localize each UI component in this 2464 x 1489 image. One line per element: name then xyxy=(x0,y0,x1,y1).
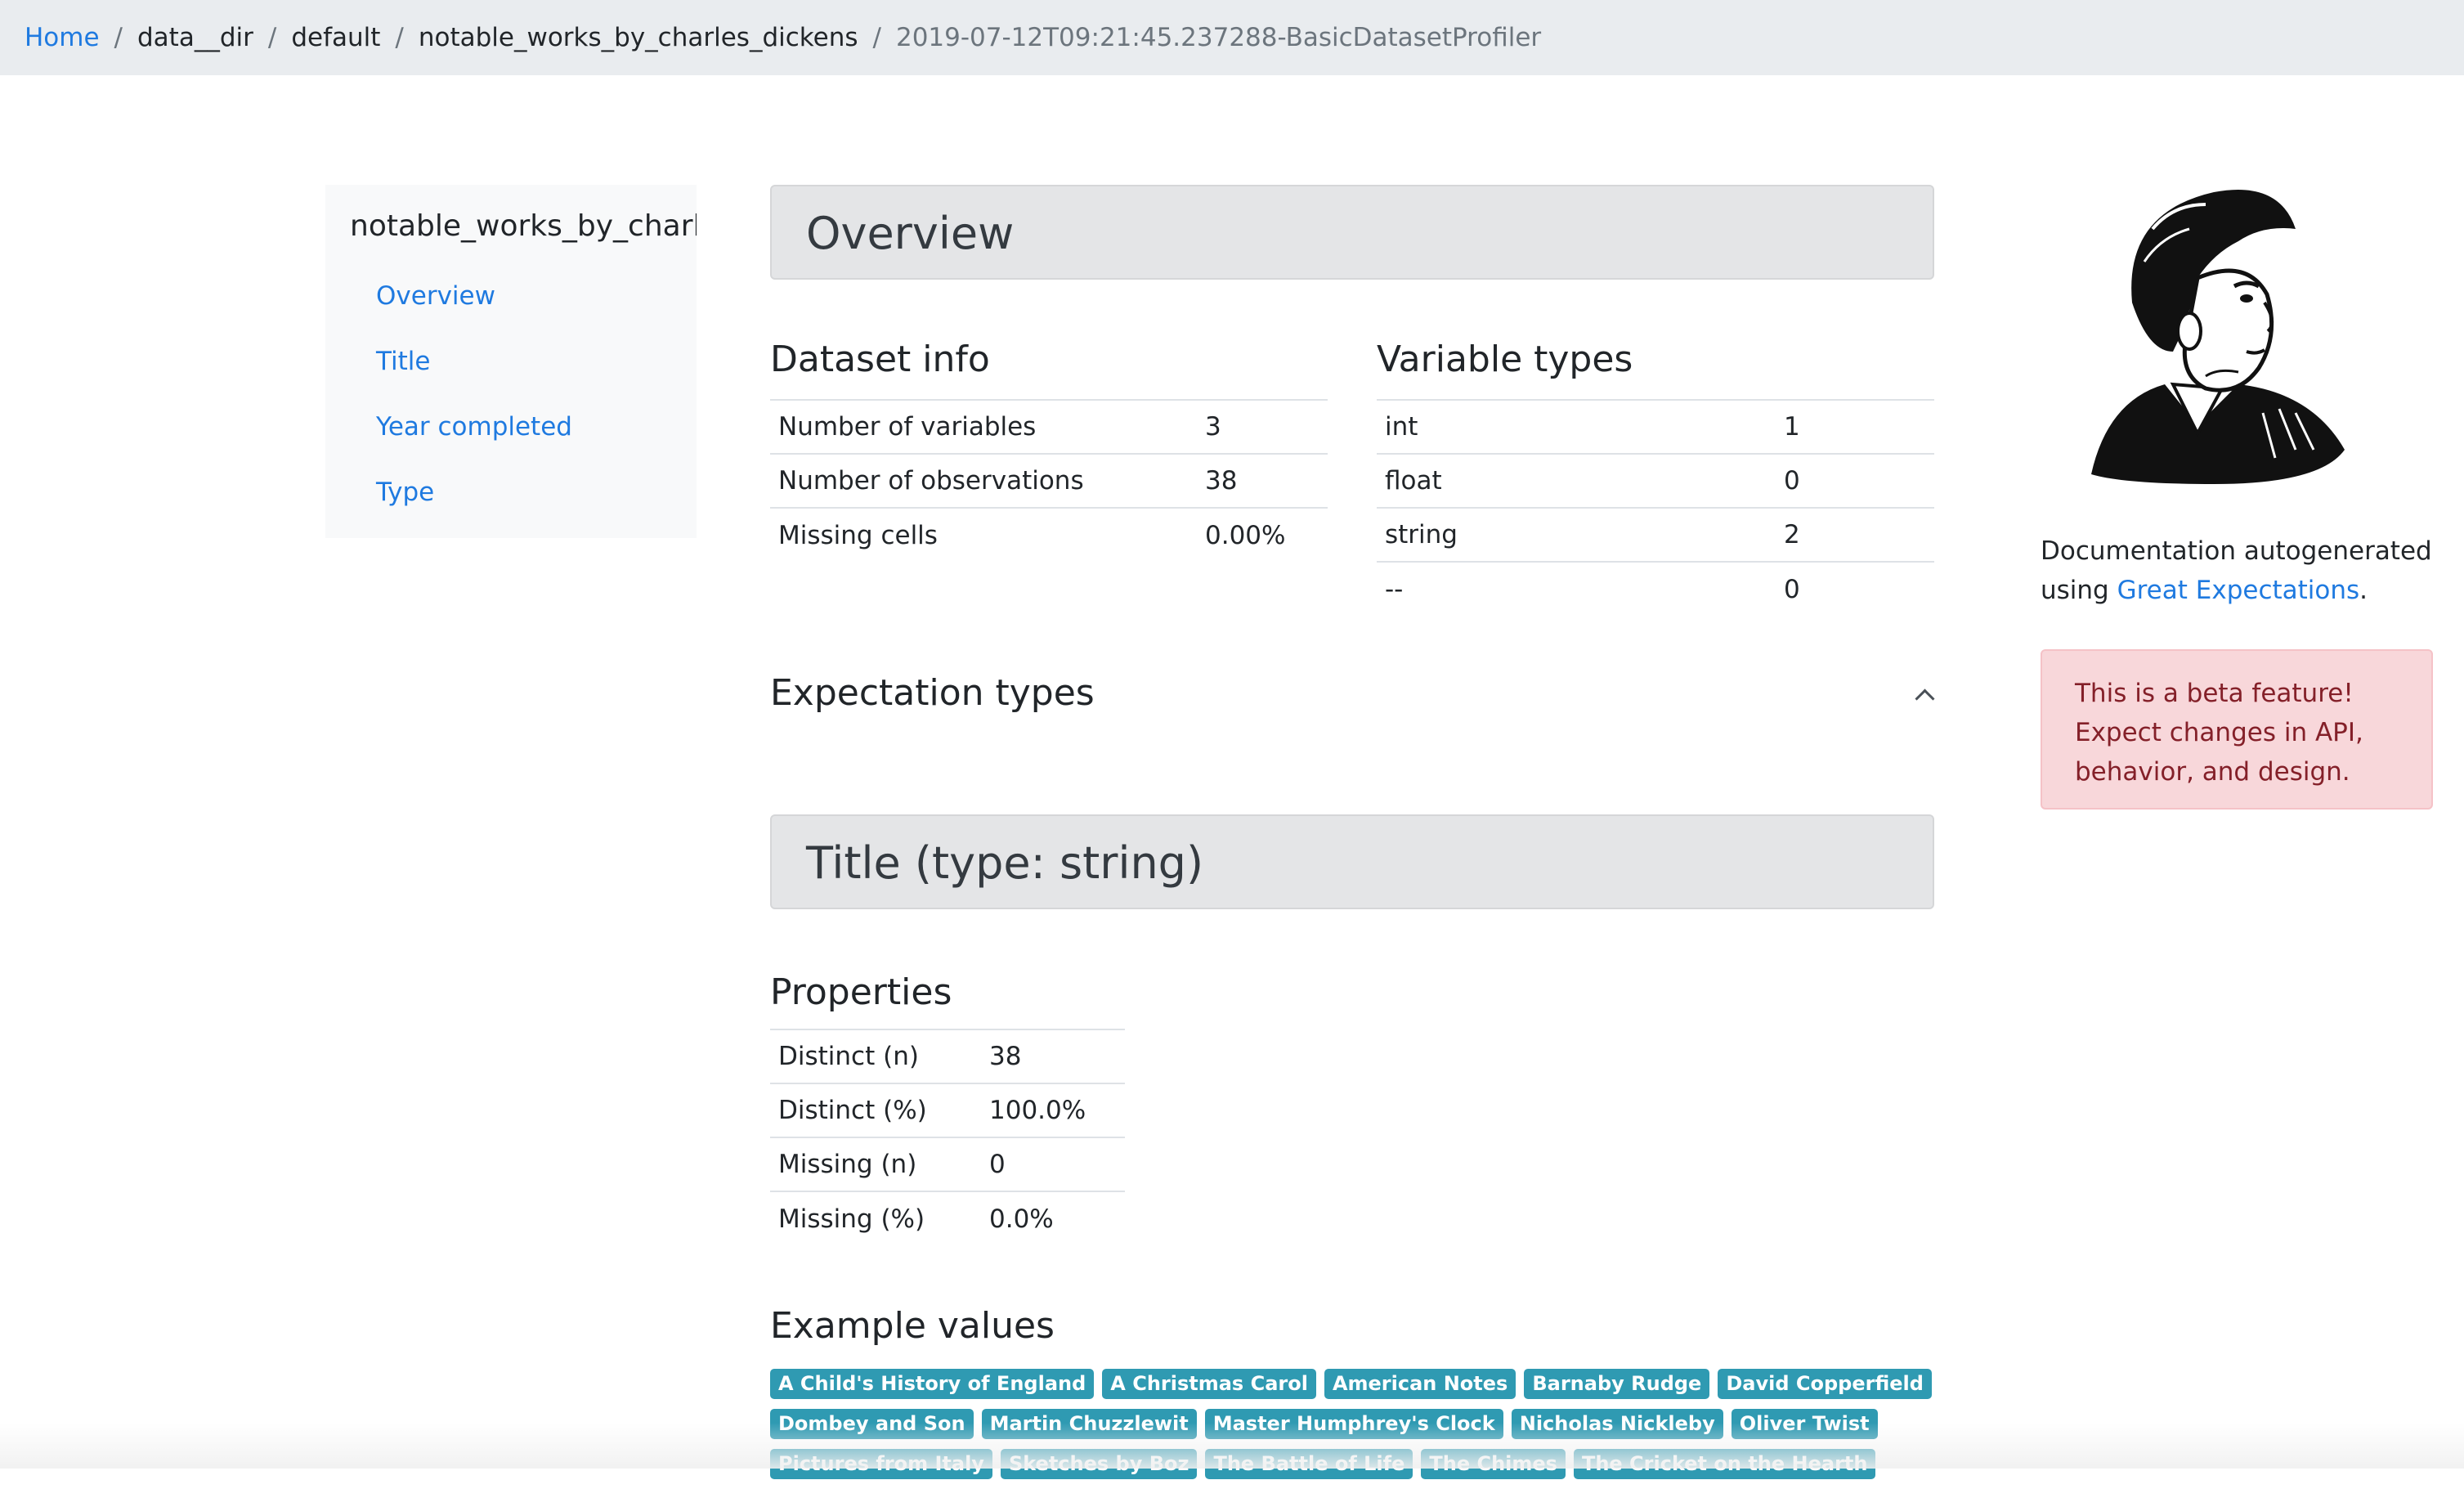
table-cell-value: 1 xyxy=(1776,399,1934,454)
properties-table: Distinct (n) 38 Distinct (%) 100.0% Miss… xyxy=(770,1029,1125,1245)
table-cell-value: 0.0% xyxy=(981,1191,1125,1245)
table-row: Distinct (n) 38 xyxy=(770,1029,1125,1083)
table-cell-value: 38 xyxy=(981,1029,1125,1083)
sidebar-item-overview[interactable]: Overview xyxy=(376,281,495,311)
table-cell-value: 0 xyxy=(1776,453,1934,508)
table-cell-label: float xyxy=(1377,453,1776,508)
breadcrumb-item-data-dir[interactable]: data__dir xyxy=(137,23,253,52)
table-cell-value: 0.00% xyxy=(1197,507,1328,562)
great-expectations-link[interactable]: Great Expectations xyxy=(2117,576,2360,605)
breadcrumb-item-default[interactable]: default xyxy=(291,23,380,52)
table-cell-label: Distinct (n) xyxy=(770,1029,981,1083)
breadcrumb-separator: / xyxy=(267,23,277,52)
table-row: Missing (%) 0.0% xyxy=(770,1191,1125,1245)
table-cell-label: int xyxy=(1377,399,1776,454)
beta-feature-alert: This is a beta feature! Expect changes i… xyxy=(2041,649,2433,810)
table-cell-label: Number of observations xyxy=(770,453,1197,508)
badge-row: Pictures from Italy Sketches by Boz The … xyxy=(770,1449,1934,1479)
example-value-badge: The Cricket on the Hearth xyxy=(1573,1449,1876,1479)
breadcrumb-home-link[interactable]: Home xyxy=(25,23,100,52)
example-value-badge: Sketches by Boz xyxy=(1000,1449,1198,1479)
table-row: Missing cells 0.00% xyxy=(770,507,1328,562)
example-value-badge: Martin Chuzzlewit xyxy=(981,1409,1197,1439)
sidebar-title: notable_works_by_charles_dickens xyxy=(350,209,697,243)
sidebar-item-year-completed[interactable]: Year completed xyxy=(376,412,572,442)
table-cell-value: 100.0% xyxy=(981,1083,1125,1137)
breadcrumb-separator: / xyxy=(114,23,123,52)
doc-note-suffix: . xyxy=(2359,576,2368,605)
table-row: float 0 xyxy=(1377,453,1934,508)
chevron-up-icon[interactable] xyxy=(1915,688,1935,709)
table-row: Number of observations 38 xyxy=(770,453,1328,508)
breadcrumb-item-current: 2019-07-12T09:21:45.237288-BasicDatasetP… xyxy=(895,23,1542,52)
example-value-badge: Pictures from Italy xyxy=(770,1449,992,1479)
example-value-badge: Nicholas Nickleby xyxy=(1511,1409,1723,1439)
table-cell-label: Missing cells xyxy=(770,507,1197,562)
documentation-note: Documentation autogenerated using Great … xyxy=(2041,531,2433,610)
badge-row: A Child's History of England A Christmas… xyxy=(770,1369,1934,1399)
table-cell-label: Missing (%) xyxy=(770,1191,981,1245)
breadcrumb: Home / data__dir / default / notable_wor… xyxy=(0,0,2464,75)
example-values-heading: Example values xyxy=(770,1305,1055,1347)
overview-heading: Overview xyxy=(806,208,1015,259)
variable-types-table: int 1 float 0 string 2 -- 0 xyxy=(1377,399,1934,616)
table-cell-label: string xyxy=(1377,507,1776,562)
example-value-badge: A Child's History of England xyxy=(770,1369,1095,1399)
table-row: -- 0 xyxy=(1377,561,1934,616)
table-row: Missing (n) 0 xyxy=(770,1137,1125,1191)
expectation-types-toggle[interactable]: Expectation types xyxy=(770,672,1095,714)
overview-section-header: Overview xyxy=(770,185,1934,280)
example-value-badge: The Battle of Life xyxy=(1205,1449,1413,1479)
badge-row: Dombey and Son Martin Chuzzlewit Master … xyxy=(770,1409,1934,1439)
dataset-info-heading: Dataset info xyxy=(770,339,990,380)
example-value-badge: Master Humphrey's Clock xyxy=(1204,1409,1503,1439)
properties-heading: Properties xyxy=(770,971,952,1013)
breadcrumb-separator: / xyxy=(395,23,404,52)
title-section-header: Title (type: string) xyxy=(770,814,1934,909)
sidebar-nav: notable_works_by_charles_dickens Overvie… xyxy=(325,185,697,538)
table-row: string 2 xyxy=(1377,507,1934,562)
example-value-badge: Oliver Twist xyxy=(1731,1409,1878,1439)
table-cell-value: 0 xyxy=(981,1137,1125,1191)
table-cell-label: Missing (n) xyxy=(770,1137,981,1191)
table-row: int 1 xyxy=(1377,399,1934,454)
sidebar-item-title[interactable]: Title xyxy=(376,347,430,376)
beta-alert-text: This is a beta feature! Expect changes i… xyxy=(2075,679,2363,787)
table-cell-value: 38 xyxy=(1197,453,1328,508)
table-cell-value: 0 xyxy=(1776,561,1934,616)
dickens-portrait-image xyxy=(2091,190,2345,484)
title-section-heading: Title (type: string) xyxy=(806,837,1204,889)
example-value-badge: A Christmas Carol xyxy=(1102,1369,1316,1399)
table-cell-value: 2 xyxy=(1776,507,1934,562)
example-value-badge: David Copperfield xyxy=(1718,1369,1932,1399)
example-value-badge: The Chimes xyxy=(1421,1449,1566,1479)
example-value-badge: American Notes xyxy=(1324,1369,1516,1399)
table-cell-label: Number of variables xyxy=(770,399,1197,454)
example-value-badge: Dombey and Son xyxy=(770,1409,974,1439)
breadcrumb-separator: / xyxy=(872,23,881,52)
table-cell-label: -- xyxy=(1377,561,1776,616)
example-value-badge: Barnaby Rudge xyxy=(1524,1369,1710,1399)
example-values-list: A Child's History of England A Christmas… xyxy=(770,1369,1934,1489)
sidebar-item-type[interactable]: Type xyxy=(376,478,434,507)
breadcrumb-item-dataset[interactable]: notable_works_by_charles_dickens xyxy=(419,23,858,52)
variable-types-heading: Variable types xyxy=(1377,339,1633,380)
table-cell-label: Distinct (%) xyxy=(770,1083,981,1137)
table-cell-value: 3 xyxy=(1197,399,1328,454)
table-row: Distinct (%) 100.0% xyxy=(770,1083,1125,1137)
dataset-info-table: Number of variables 3 Number of observat… xyxy=(770,399,1328,562)
table-row: Number of variables 3 xyxy=(770,399,1328,454)
